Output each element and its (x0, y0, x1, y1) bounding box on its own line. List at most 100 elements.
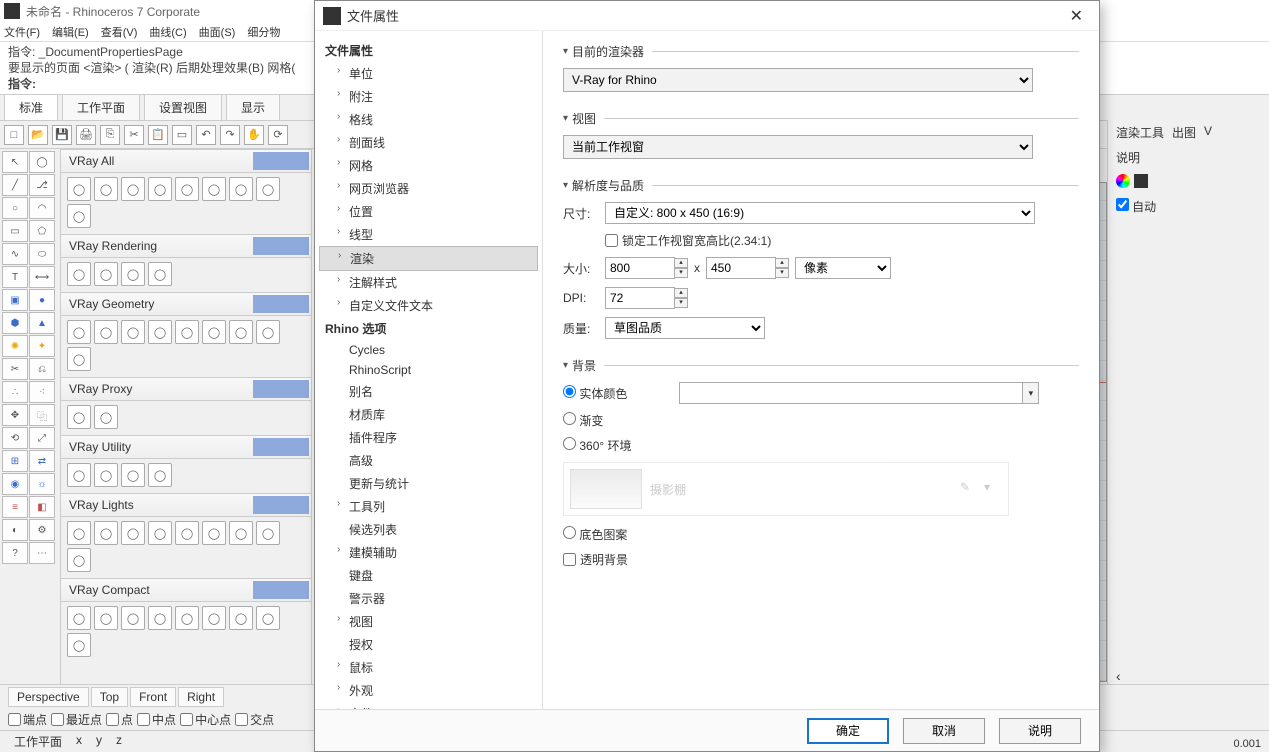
vray-tool-icon[interactable]: ◯ (67, 548, 91, 572)
tree-node[interactable]: 自定义文件文本 (319, 294, 538, 317)
vray-tool-icon[interactable]: ◯ (67, 204, 91, 228)
vray-tool-icon[interactable]: ◯ (94, 320, 118, 344)
tree-node[interactable]: 警示器 (319, 587, 538, 610)
rect-icon[interactable]: ▭ (2, 220, 28, 242)
sphere-icon[interactable]: ● (29, 289, 55, 311)
trim-icon[interactable]: ✂ (2, 358, 28, 380)
tree-node[interactable]: Cycles (319, 340, 538, 360)
help-button[interactable]: 说明 (999, 718, 1081, 744)
rotate2-icon[interactable]: ⟲ (2, 427, 28, 449)
array-icon[interactable]: ⊞ (2, 450, 28, 472)
light-icon[interactable]: ☼ (29, 473, 55, 495)
line-icon[interactable]: ╱ (2, 174, 28, 196)
lasso-icon[interactable]: ◯ (29, 151, 55, 173)
vray-tool-icon[interactable]: ◯ (121, 463, 145, 487)
tree-node[interactable]: 视图 (319, 610, 538, 633)
spin-up-icon[interactable]: ▴ (674, 288, 688, 298)
vray-tool-icon[interactable]: ◯ (229, 606, 253, 630)
tree-node[interactable]: 建模辅助 (319, 541, 538, 564)
cone-icon[interactable]: ▲ (29, 312, 55, 334)
vray-tool-icon[interactable]: ◯ (67, 262, 91, 286)
quality-select[interactable]: 草图品质 (605, 317, 765, 339)
spin-down-icon[interactable]: ▾ (674, 298, 688, 308)
move-icon[interactable]: ✥ (2, 404, 28, 426)
pan-icon[interactable]: ✋ (244, 125, 264, 145)
vray-tool-icon[interactable]: ◯ (94, 177, 118, 201)
ok-button[interactable]: 确定 (807, 718, 889, 744)
section-view[interactable]: ▾ 视图 (563, 110, 1079, 127)
vray-tool-icon[interactable]: ◯ (148, 177, 172, 201)
menu-curve[interactable]: 曲线(C) (149, 24, 186, 40)
bg-gradient-radio[interactable]: 渐变 (563, 412, 603, 429)
text-icon[interactable]: T (2, 266, 28, 288)
tree-node[interactable]: 剖面线 (319, 131, 538, 154)
circle-icon[interactable]: ○ (2, 197, 28, 219)
osnap-cen[interactable]: 中心点 (180, 711, 231, 728)
color-wheel-icon[interactable] (1116, 174, 1130, 188)
vray-tool-icon[interactable]: ◯ (94, 521, 118, 545)
print-icon[interactable]: 🖨 (76, 125, 96, 145)
tree-node[interactable]: 位置 (319, 200, 538, 223)
menu-subd[interactable]: 细分物 (247, 24, 280, 40)
vray-tool-icon[interactable]: ◯ (202, 606, 226, 630)
tree-node[interactable]: 授权 (319, 633, 538, 656)
vray-tool-icon[interactable]: ◯ (121, 320, 145, 344)
vray-tool-icon[interactable]: ◯ (202, 521, 226, 545)
menu-view[interactable]: 查看(V) (101, 24, 138, 40)
layer-icon[interactable]: ≡ (2, 496, 28, 518)
rtab-layout[interactable]: 出图 (1172, 124, 1196, 141)
arc-icon[interactable]: ◠ (29, 197, 55, 219)
vray-tool-icon[interactable]: ◯ (202, 320, 226, 344)
auto-checkbox-row[interactable]: 自动 (1108, 192, 1269, 221)
vray-tool-icon[interactable]: ◯ (175, 521, 199, 545)
settings-tree[interactable]: 文件属性 单位附注格线剖面线网格网页浏览器位置线型渲染注解样式自定义文件文本 R… (315, 31, 543, 709)
clipboard-icon[interactable]: ▭ (172, 125, 192, 145)
unit-select[interactable]: 像素 (795, 257, 891, 279)
spin-up-icon[interactable]: ▴ (775, 258, 789, 268)
vray-tool-icon[interactable]: ◯ (67, 463, 91, 487)
tree-node[interactable]: 文件 (319, 702, 538, 709)
vray-tool-icon[interactable]: ◯ (256, 177, 280, 201)
tree-node[interactable]: 附注 (319, 85, 538, 108)
vray-group-header[interactable]: VRay All (61, 149, 311, 173)
view-select[interactable]: 当前工作视窗 (563, 135, 1033, 159)
auto-checkbox[interactable] (1116, 198, 1129, 211)
size-select[interactable]: 自定义: 800 x 450 (16:9) (605, 202, 1035, 224)
close-button[interactable]: ✕ (1062, 6, 1091, 26)
rotate-icon[interactable]: ⟳ (268, 125, 288, 145)
vray-group-header[interactable]: VRay Rendering (61, 234, 311, 258)
vray-group-header[interactable]: VRay Proxy (61, 377, 311, 401)
cylinder-icon[interactable]: ⬢ (2, 312, 28, 334)
height-input[interactable]: ▴▾ (706, 257, 789, 279)
vray-tool-icon[interactable]: ◯ (148, 320, 172, 344)
tree-node[interactable]: 外观 (319, 679, 538, 702)
copy-icon[interactable]: ⎘ (100, 125, 120, 145)
tree-node[interactable]: 候选列表 (319, 518, 538, 541)
rtab-render-tools[interactable]: 渲染工具 (1116, 124, 1164, 141)
vray-tool-icon[interactable]: ◯ (121, 262, 145, 286)
cancel-button[interactable]: 取消 (903, 718, 985, 744)
vray-tool-icon[interactable]: ◯ (94, 463, 118, 487)
vray-tool-icon[interactable]: ◯ (256, 320, 280, 344)
bg-solid-radio[interactable]: 实体颜色 (563, 385, 627, 402)
osnap-int[interactable]: 交点 (235, 711, 274, 728)
split-icon[interactable]: ⎌ (29, 358, 55, 380)
spin-down-icon[interactable]: ▾ (775, 268, 789, 278)
pts-icon[interactable]: ∴ (2, 381, 28, 403)
vray-tool-icon[interactable]: ◯ (94, 405, 118, 429)
rtab-v[interactable]: V (1204, 124, 1212, 141)
vray-tool-icon[interactable]: ◯ (67, 347, 91, 371)
tree-node[interactable]: 材质库 (319, 403, 538, 426)
section-background[interactable]: ▾ 背景 (563, 357, 1079, 374)
tree-node[interactable]: RhinoScript (319, 360, 538, 380)
vray-tool-icon[interactable]: ◯ (121, 606, 145, 630)
menu-file[interactable]: 文件(F) (4, 24, 40, 40)
osnap-end[interactable]: 端点 (8, 711, 47, 728)
vray-tool-icon[interactable]: ◯ (67, 405, 91, 429)
vray-tool-icon[interactable]: ◯ (148, 606, 172, 630)
vray-tool-icon[interactable]: ◯ (256, 521, 280, 545)
bg-pattern-radio[interactable]: 底色图案 (563, 526, 627, 543)
section-current-renderer[interactable]: ▾ 目前的渲染器 (563, 43, 1079, 60)
tree-node[interactable]: 渲染 (319, 246, 538, 271)
menu-surface[interactable]: 曲面(S) (199, 24, 236, 40)
